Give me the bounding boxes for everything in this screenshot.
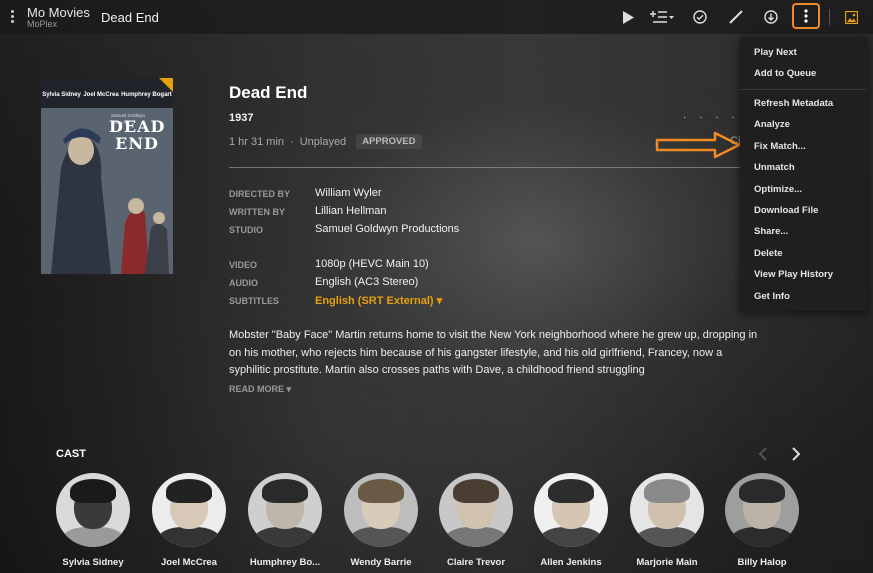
director[interactable]: William Wyler bbox=[315, 187, 382, 199]
avatar[interactable] bbox=[344, 473, 418, 547]
cast-name[interactable]: Sylvia Sidney bbox=[45, 557, 141, 568]
avatar[interactable] bbox=[439, 473, 513, 547]
cast-member[interactable]: Wendy Barrie bbox=[333, 473, 429, 568]
cast-name[interactable]: Billy Halop bbox=[714, 557, 810, 568]
menu-item-download-file[interactable]: Download File bbox=[754, 205, 818, 216]
subtitles-select[interactable]: English (SRT External) ▾ bbox=[315, 294, 442, 307]
cast-name[interactable]: Claire Trevor bbox=[428, 557, 524, 568]
menu-item-refresh-metadata[interactable]: Refresh Metadata bbox=[754, 98, 833, 109]
poster-cast-names: Sylvia Sidney Joel McCrea Humphrey Bogar… bbox=[42, 92, 172, 98]
cast-member[interactable]: Allen Jenkins bbox=[523, 473, 619, 568]
cast-name[interactable]: Joel McCrea bbox=[141, 557, 237, 568]
avatar[interactable] bbox=[56, 473, 130, 547]
avatar[interactable] bbox=[152, 473, 226, 547]
poster-title: DEAD END bbox=[109, 117, 166, 153]
avatar[interactable] bbox=[725, 473, 799, 547]
movie-poster[interactable]: Sylvia Sidney Joel McCrea Humphrey Bogar… bbox=[41, 78, 173, 274]
edit-icon[interactable] bbox=[725, 7, 747, 27]
menu-item-fix-match[interactable]: Fix Match... bbox=[754, 141, 806, 152]
server-name: MoPlex bbox=[27, 19, 58, 29]
video-label: VIDEO bbox=[229, 260, 258, 270]
cast-member[interactable]: Humphrey Bo... bbox=[237, 473, 333, 568]
cast-name[interactable]: Wendy Barrie bbox=[333, 557, 429, 568]
cast-heading: CAST bbox=[56, 448, 86, 460]
menu-item-add-to-queue[interactable]: Add to Queue bbox=[754, 68, 816, 79]
add-to-playlist-icon[interactable] bbox=[649, 7, 675, 27]
play-status: Unplayed bbox=[299, 135, 347, 148]
menu-item-optimize[interactable]: Optimize... bbox=[754, 184, 802, 195]
cast-next-icon[interactable] bbox=[791, 447, 801, 461]
audio-select[interactable]: English (AC3 Stereo) bbox=[315, 276, 418, 288]
poster-corner-marker bbox=[159, 78, 173, 92]
section-divider bbox=[229, 167, 741, 168]
movie-title: Dead End bbox=[229, 83, 308, 102]
cast-name[interactable]: Humphrey Bo... bbox=[237, 557, 333, 568]
mark-played-icon[interactable] bbox=[689, 7, 711, 27]
video-info: 1080p (HEVC Main 10) bbox=[315, 258, 429, 270]
duration: 1 hr 31 min bbox=[229, 135, 285, 148]
cast-name[interactable]: Allen Jenkins bbox=[523, 557, 619, 568]
menu-item-view-play-history[interactable]: View Play History bbox=[754, 269, 833, 280]
cast-name[interactable]: Marjorie Main bbox=[619, 557, 715, 568]
breadcrumb-current: Dead End bbox=[101, 10, 159, 25]
menu-item-delete[interactable]: Delete bbox=[754, 248, 783, 259]
more-options-button[interactable] bbox=[792, 3, 820, 29]
cast-member[interactable]: Billy Halop bbox=[714, 473, 810, 568]
content-rating-badge: APPROVED bbox=[356, 134, 422, 149]
play-icon[interactable] bbox=[617, 7, 639, 27]
audio-label: AUDIO bbox=[229, 278, 258, 288]
meta-separator: · bbox=[290, 135, 294, 148]
movie-year: 1937 bbox=[229, 112, 254, 124]
avatar[interactable] bbox=[630, 473, 704, 547]
cast-prev-icon[interactable] bbox=[758, 447, 768, 461]
avatar[interactable] bbox=[248, 473, 322, 547]
studio[interactable]: Samuel Goldwyn Productions bbox=[315, 223, 459, 235]
library-title[interactable]: Mo Movies bbox=[27, 5, 90, 20]
studio-label: STUDIO bbox=[229, 225, 264, 235]
more-vert-icon bbox=[804, 9, 808, 23]
cast-member[interactable]: Claire Trevor bbox=[428, 473, 524, 568]
subtitles-label: SUBTITLES bbox=[229, 296, 280, 306]
written-by-label: WRITTEN BY bbox=[229, 207, 285, 217]
menu-item-share[interactable]: Share... bbox=[754, 226, 788, 237]
top-bar: Mo Movies MoPlex Dead End bbox=[0, 0, 873, 34]
avatar[interactable] bbox=[534, 473, 608, 547]
cast-member[interactable]: Joel McCrea bbox=[141, 473, 237, 568]
writer[interactable]: Lillian Hellman bbox=[315, 205, 387, 217]
toolbar-divider bbox=[829, 9, 830, 25]
menu-item-play-next[interactable]: Play Next bbox=[754, 47, 797, 58]
menu-item-unmatch[interactable]: Unmatch bbox=[754, 162, 795, 173]
cast-member[interactable]: Sylvia Sidney bbox=[45, 473, 141, 568]
movie-summary: Mobster "Baby Face" Martin returns home … bbox=[229, 329, 758, 376]
menu-item-get-info[interactable]: Get Info bbox=[754, 291, 790, 302]
menu-item-analyze[interactable]: Analyze bbox=[754, 119, 790, 130]
directed-by-label: DIRECTED BY bbox=[229, 189, 291, 199]
annotation-arrow-icon bbox=[655, 131, 741, 159]
artwork-icon[interactable] bbox=[840, 7, 862, 27]
read-more-link[interactable]: READ MORE ▾ bbox=[229, 384, 291, 395]
cast-member[interactable]: Marjorie Main bbox=[619, 473, 715, 568]
more-options-menu: Play Next Add to Queue Refresh Metadata … bbox=[740, 37, 867, 311]
movie-meta: 1 hr 31 min · Unplayed APPROVED bbox=[229, 134, 422, 149]
sidebar-menu-icon[interactable] bbox=[8, 8, 16, 26]
download-icon[interactable] bbox=[760, 7, 782, 27]
menu-divider bbox=[740, 89, 867, 90]
